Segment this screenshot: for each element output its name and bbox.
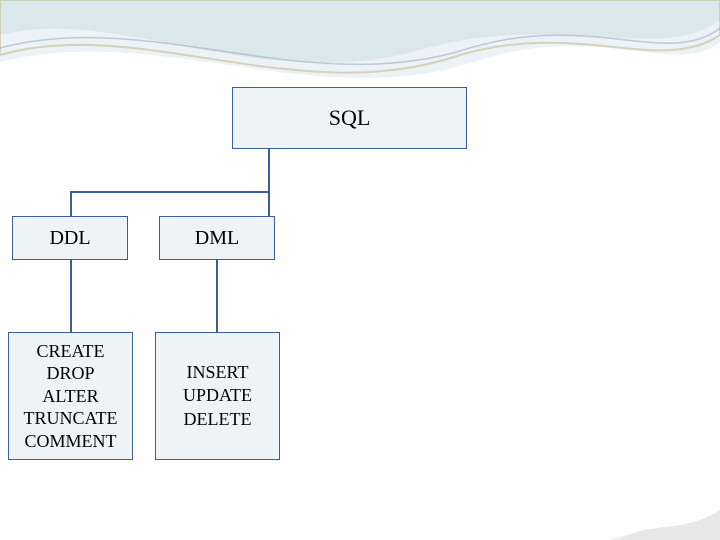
node-sql: SQL: [232, 87, 467, 149]
node-label: DDL: [49, 227, 90, 250]
node-dml-ops: INSERT UPDATE DELETE: [155, 332, 280, 460]
node-label: DML: [195, 227, 239, 250]
op-item: COMMENT: [24, 430, 116, 453]
op-item: ALTER: [42, 385, 98, 408]
node-label: SQL: [329, 105, 371, 131]
op-item: CREATE: [36, 340, 104, 363]
connector: [268, 149, 270, 193]
node-dml: DML: [159, 216, 275, 260]
node-ddl-ops: CREATE DROP ALTER TRUNCATE COMMENT: [8, 332, 133, 460]
op-item: DELETE: [184, 408, 252, 431]
connector: [216, 260, 218, 332]
op-item: UPDATE: [183, 384, 252, 407]
op-item: INSERT: [187, 361, 249, 384]
connector: [70, 191, 270, 193]
decorative-corner: [610, 500, 720, 540]
connector: [268, 191, 270, 216]
op-item: TRUNCATE: [24, 407, 118, 430]
connector: [70, 260, 72, 332]
op-item: DROP: [46, 362, 94, 385]
node-ddl: DDL: [12, 216, 128, 260]
connector: [70, 191, 72, 216]
